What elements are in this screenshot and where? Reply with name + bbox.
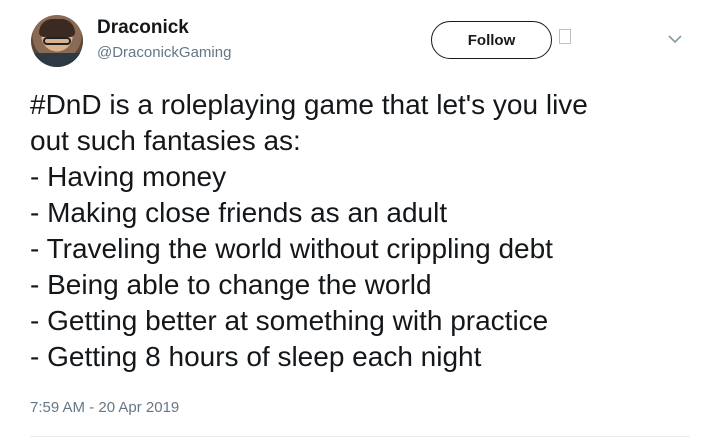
chevron-down-icon[interactable] [668,34,682,44]
avatar-glasses [43,37,71,45]
tweet-line-text: is a roleplaying game that let's you liv… [101,89,588,120]
tweet-line: - Being able to change the world [30,269,432,300]
author-handle[interactable]: @DraconickGaming [97,44,231,61]
follow-button[interactable]: Follow [431,21,552,59]
tweet-line: - Traveling the world without crippling … [30,233,553,264]
block-icon [559,29,571,44]
tweet-line: - Getting 8 hours of sleep each night [30,341,482,372]
tweet-line: - Making close friends as an adult [30,197,448,228]
tweet-timestamp[interactable]: 7:59 AM - 20 Apr 2019 [30,399,179,416]
divider [30,436,690,437]
avatar-hair [39,19,75,37]
author-display-name[interactable]: Draconick [97,17,189,39]
avatar[interactable] [31,15,83,67]
tweet-line: - Getting better at something with pract… [30,305,549,336]
hashtag-link[interactable]: #DnD [30,89,102,120]
tweet-line: #DnD is a roleplaying game that let's yo… [30,87,700,123]
tweet-text: #DnD is a roleplaying game that let's yo… [30,87,700,375]
avatar-shirt [31,53,83,67]
tweet-line: out such fantasies as: [30,125,301,156]
tweet-line: - Having money [30,161,227,192]
